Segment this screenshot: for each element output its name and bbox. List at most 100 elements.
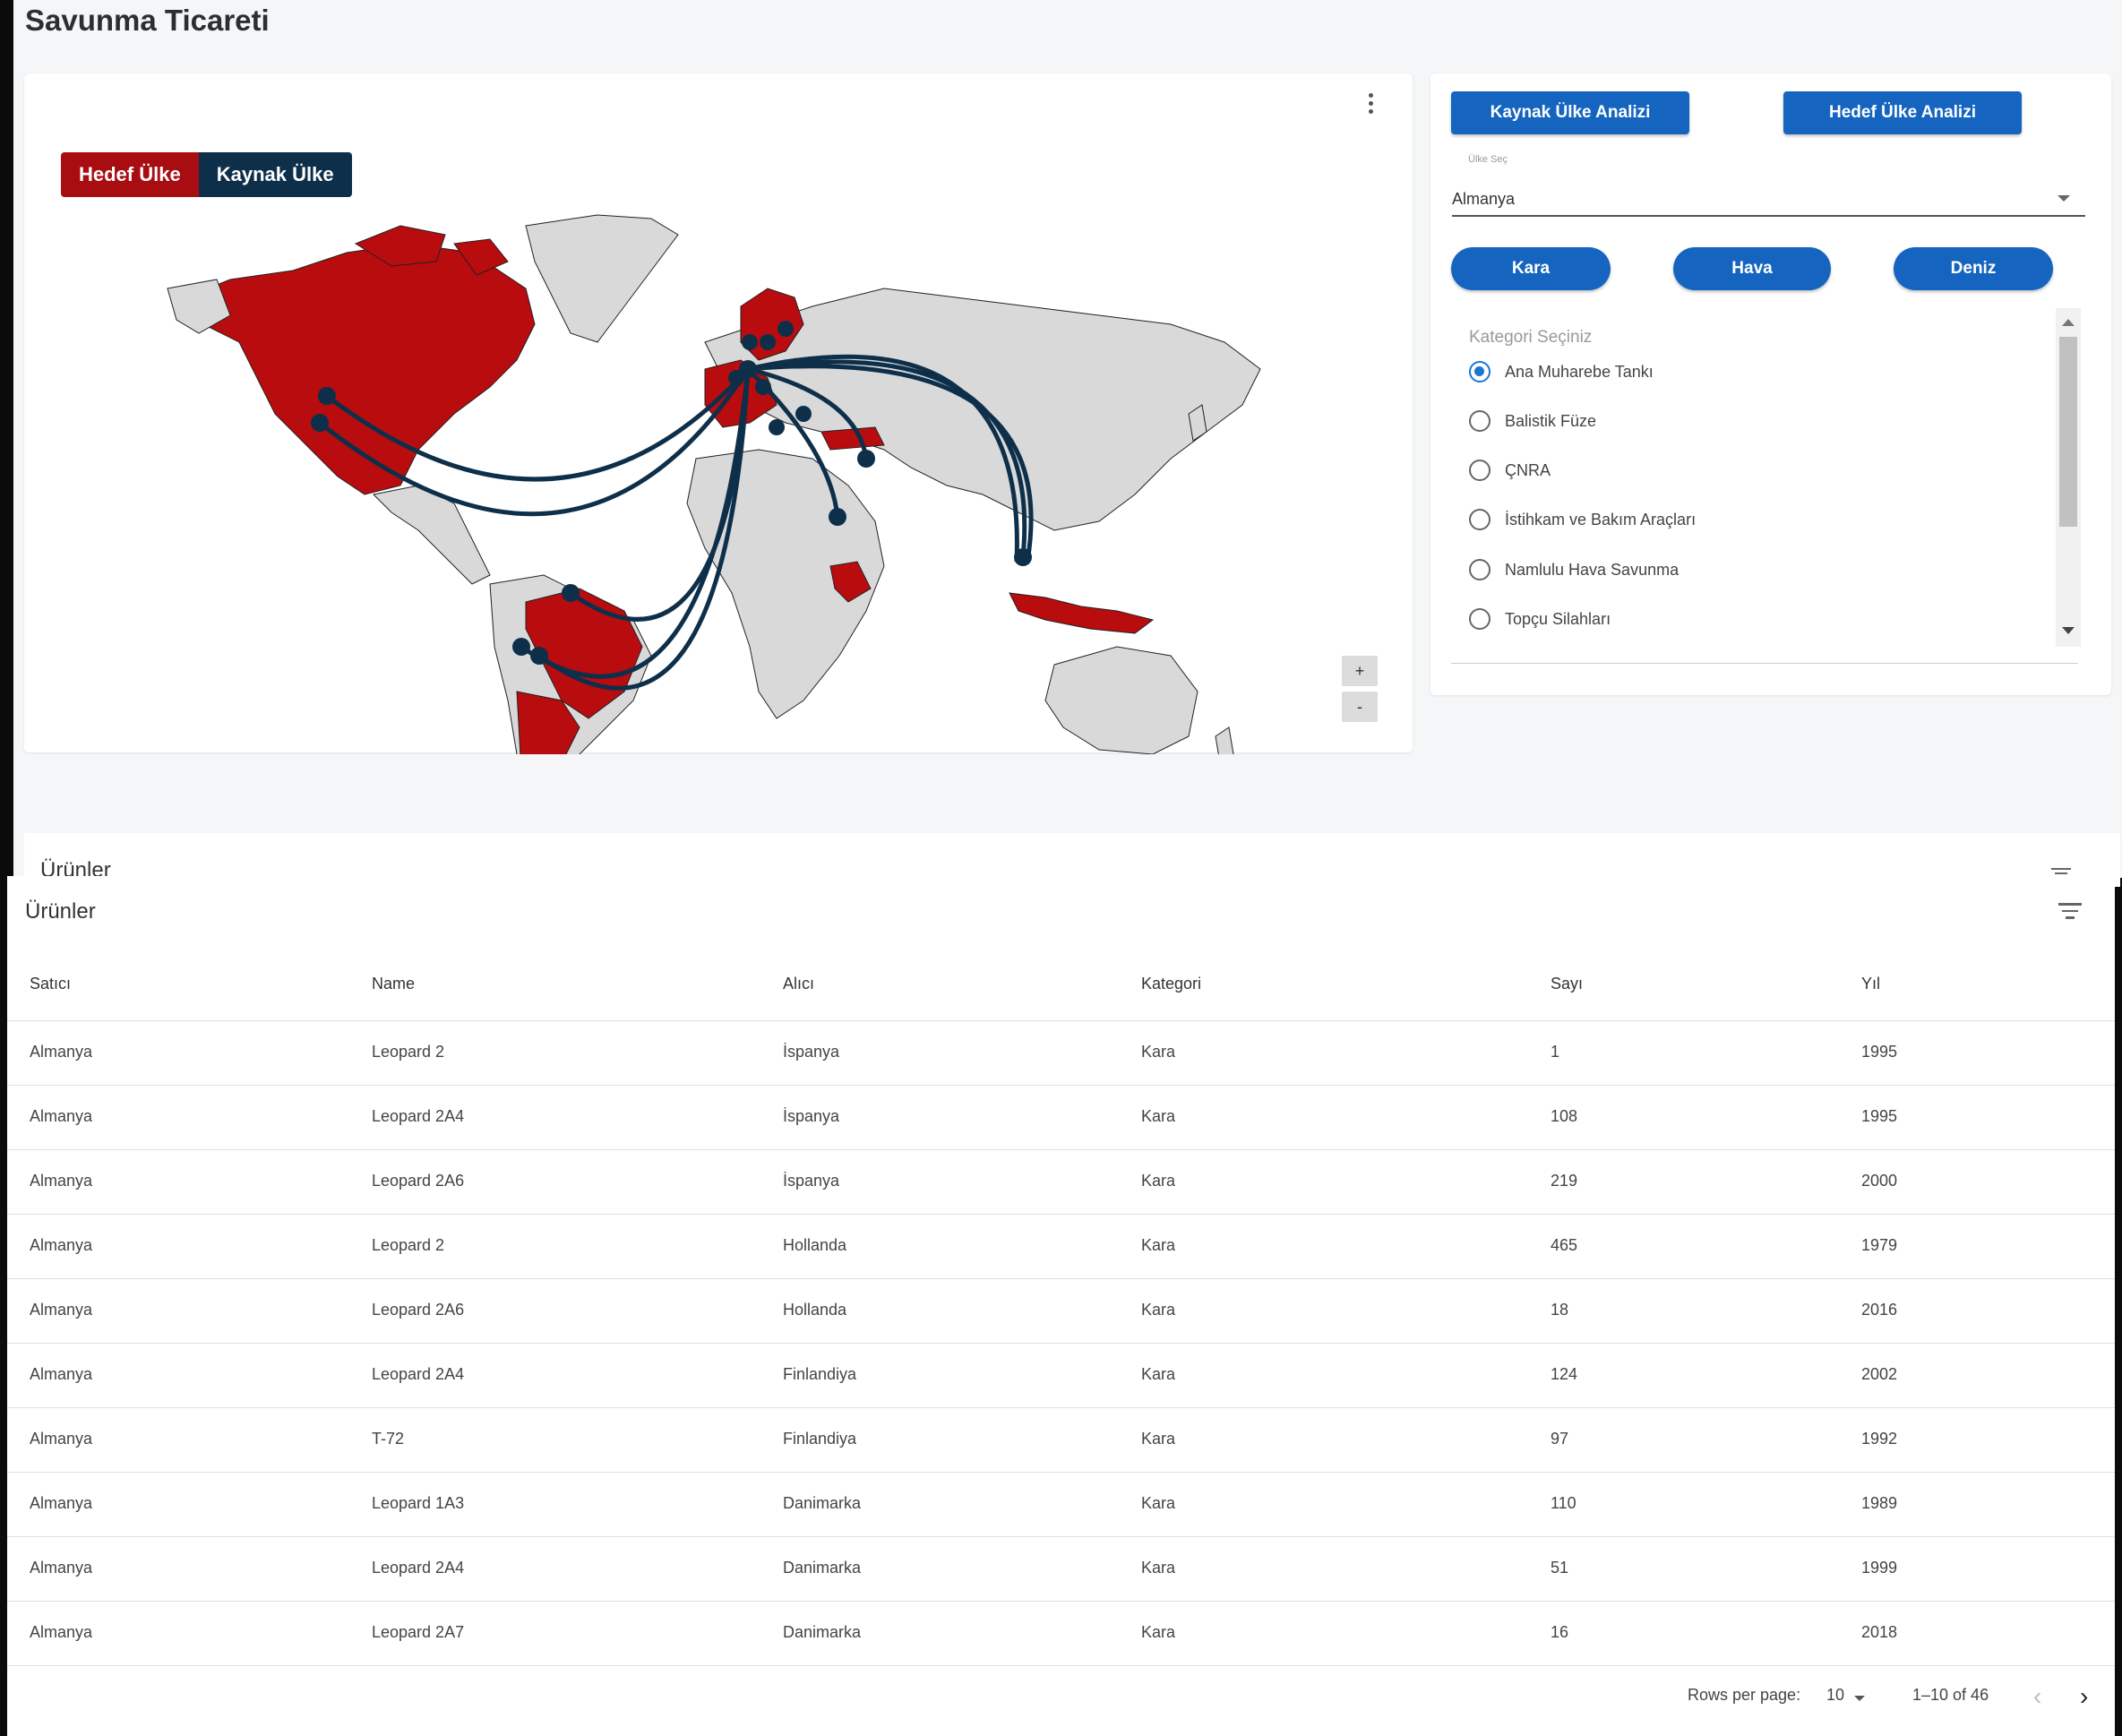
domain-button-air[interactable]: Hava [1673,247,1831,290]
table-cell: Almanya [30,1107,93,1125]
zoom-in-button[interactable]: + [1342,656,1378,686]
category-option[interactable]: ÇNRA [1469,460,1551,481]
zoom-out-button[interactable]: - [1342,692,1378,722]
table-cell: 51 [1551,1559,1569,1577]
category-label: ÇNRA [1505,460,1551,479]
world-map[interactable] [24,73,1422,754]
scroll-up-icon[interactable] [2062,319,2075,326]
header-divider [7,1020,2115,1021]
category-option[interactable]: Ana Muharebe Tankı [1469,361,1654,382]
column-header-name[interactable]: Name [372,975,415,993]
table-row[interactable] [7,1343,2115,1344]
radio-checked-icon[interactable] [1469,361,1491,382]
table-cell: 16 [1551,1623,1569,1641]
category-label: Ana Muharebe Tankı [1505,362,1654,381]
products-table-card [7,876,2115,1736]
table-cell: Danimarka [783,1559,862,1577]
source-analysis-button[interactable]: Kaynak Ülke Analizi [1451,91,1689,134]
table-row[interactable] [7,1085,2115,1086]
target-analysis-button[interactable]: Hedef Ülke Analizi [1783,91,2022,134]
column-header-seller[interactable]: Satıcı [30,975,71,993]
category-label: Topçu Silahları [1505,609,1611,628]
table-cell: Kara [1141,1430,1176,1448]
table-cell: Leopard 2A4 [372,1365,465,1383]
north-america [185,243,536,495]
control-panel [1430,73,2111,695]
chevron-right-icon[interactable]: › [2080,1682,2088,1711]
table-cell: Almanya [30,1494,93,1512]
scrollbar-thumb[interactable] [2059,337,2077,527]
scroll-down-icon[interactable] [2062,627,2075,634]
table-cell: İspanya [783,1107,840,1125]
table-cell: Almanya [30,1559,93,1577]
category-option[interactable]: Balistik Füze [1469,410,1596,432]
domain-button-land[interactable]: Kara [1451,247,1611,290]
table-cell: T-72 [372,1430,405,1448]
category-label: Balistik Füze [1505,411,1597,430]
table-cell: Leopard 2A6 [372,1172,465,1190]
country-select-label: Ülke Seç [1468,154,1508,165]
category-title: Kategori Seçiniz [1469,328,1593,347]
table-cell: 1 [1551,1043,1560,1061]
chevron-left-icon[interactable]: ‹ [2033,1682,2041,1711]
table-row[interactable] [7,1407,2115,1408]
table-cell: Almanya [30,1365,93,1383]
table-row[interactable] [7,1536,2115,1537]
table-cell: Kara [1141,1107,1176,1125]
table-cell: Kara [1141,1494,1176,1512]
category-option[interactable]: Namlulu Hava Savunma [1469,559,1679,580]
table-cell: 108 [1551,1107,1578,1125]
table-cell: Almanya [30,1043,93,1061]
country-select[interactable]: Almanya [1452,190,1515,209]
table-row[interactable] [7,1214,2115,1215]
table-cell: Kara [1141,1236,1176,1254]
chevron-down-icon[interactable] [1854,1696,1865,1701]
table-cell: Kara [1141,1043,1176,1061]
table-cell: Almanya [30,1172,93,1190]
table-cell: Leopard 2 [372,1043,445,1061]
table-cell: 465 [1551,1236,1578,1254]
table-cell: 1999 [1861,1559,1898,1577]
table-cell: 2002 [1861,1365,1898,1383]
table-row[interactable] [7,1601,2115,1602]
table-cell: Almanya [30,1236,93,1254]
table-cell: Finlandiya [783,1365,857,1383]
category-option[interactable]: İstihkam ve Bakım Araçları [1469,509,1696,530]
column-header-year[interactable]: Yıl [1861,975,1880,993]
table-cell: 1992 [1861,1430,1898,1448]
table-cell: 97 [1551,1430,1569,1448]
table-cell: Leopard 1A3 [372,1494,465,1512]
table-cell: 1995 [1861,1107,1898,1125]
products-title: Ürünler [25,899,96,924]
table-cell: 2000 [1861,1172,1898,1190]
column-header-category[interactable]: Kategori [1141,975,1201,993]
radio-icon[interactable] [1469,509,1491,530]
table-row[interactable] [7,1665,2115,1666]
rows-per-page-label: Rows per page: [1688,1686,1801,1704]
table-row[interactable] [7,1472,2115,1473]
rows-per-page-select[interactable]: 10 [1826,1686,1844,1705]
filter-icon[interactable] [2058,903,2082,924]
table-cell: Finlandiya [783,1430,857,1448]
radio-icon[interactable] [1469,608,1491,630]
table-cell: Danimarka [783,1623,862,1641]
table-row[interactable] [7,1278,2115,1279]
radio-icon[interactable] [1469,559,1491,580]
radio-icon[interactable] [1469,460,1491,481]
category-option[interactable]: Topçu Silahları [1469,608,1611,630]
table-cell: Kara [1141,1623,1176,1641]
column-header-count[interactable]: Sayı [1551,975,1583,993]
radio-icon[interactable] [1469,410,1491,432]
table-cell: Almanya [30,1623,93,1641]
chevron-down-icon[interactable] [2058,195,2070,202]
divider [1451,663,2078,664]
domain-button-sea[interactable]: Deniz [1894,247,2053,290]
column-header-buyer[interactable]: Alıcı [783,975,814,993]
indonesia [1009,592,1155,634]
table-row[interactable] [7,1149,2115,1150]
table-cell: Kara [1141,1365,1176,1383]
table-cell: Leopard 2A4 [372,1559,465,1577]
pagination-range: 1–10 of 46 [1912,1686,1989,1704]
table-cell: Almanya [30,1430,93,1448]
table-cell: Hollanda [783,1301,847,1319]
